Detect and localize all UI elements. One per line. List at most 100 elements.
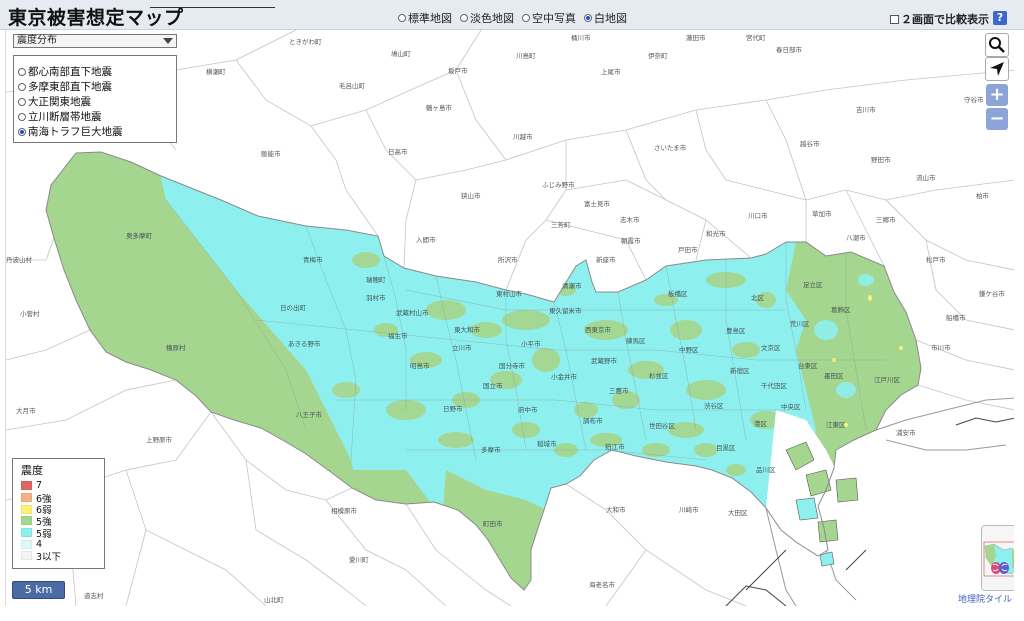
place-label: 越谷市 [800,139,820,148]
legend-swatch [21,539,32,549]
place-label: 稲城市 [537,439,557,448]
minimap[interactable] [981,525,1014,591]
place-label: 西東京市 [585,325,612,334]
search-button[interactable] [985,33,1009,57]
place-label: 横瀬町 [206,67,226,76]
place-label: 飯能市 [261,149,281,158]
place-label: 青梅市 [303,255,323,264]
place-label: 葛飾区 [831,305,851,314]
attribution-link[interactable]: 地理院タイル [958,592,1012,605]
locate-button[interactable] [985,57,1009,81]
place-label: 川口市 [748,211,768,220]
place-label: 足立区 [803,280,823,289]
legend-item: 5強 [21,515,96,528]
place-label: 毛呂山町 [339,81,366,90]
basemap-option-label: 標準地図 [408,12,452,25]
scenario-option-tachikawa-fault[interactable]: 立川断層帯地震 [18,109,172,124]
radio-icon [18,97,26,106]
place-label: 奥多摩町 [126,231,153,240]
place-label: 野田市 [871,155,891,164]
place-label: 丹波山村 [6,255,33,264]
legend-item: 5弱 [21,527,96,540]
minimap-svg [982,526,1014,590]
place-label: 三鷹市 [609,386,629,395]
scenario-option-tokyo-south[interactable]: 都心南部直下地震 [18,64,172,79]
place-label: 朝霞市 [621,236,641,245]
place-label: 小平市 [521,339,541,348]
compare-checkbox[interactable]: ２画面で比較表示 [890,11,989,27]
place-label: 三郷市 [876,215,896,224]
legend-swatch [21,528,32,538]
scenario-option-nankai-trough[interactable]: 南海トラフ巨大地震 [18,124,172,139]
place-label: 港区 [754,419,768,428]
place-label: 文京区 [761,343,781,352]
brain-icon[interactable] [990,560,1010,576]
place-label: 国分寺市 [499,361,526,370]
place-label: 羽村市 [366,293,386,302]
place-label: 市川市 [931,343,951,352]
place-label: 吉川市 [856,105,876,114]
legend-item: 7 [21,480,96,492]
basemap-option-label: 淡色地図 [470,12,514,25]
place-label: 檜原村 [166,343,186,352]
place-label: 日の出町 [280,303,307,312]
place-label: 道志村 [84,591,104,600]
basemap-option-blank[interactable]: 白地図 [584,10,627,26]
place-label: 福生市 [388,331,408,340]
place-label: 大田区 [728,508,748,517]
help-button[interactable]: ? [993,11,1007,25]
scenario-label: 多摩東部直下地震 [28,81,112,93]
place-label: 上尾市 [601,67,621,76]
place-label: 和光市 [706,229,726,238]
legend-swatch [21,481,32,491]
place-label: 荒川区 [790,319,810,328]
place-label: 富士見市 [584,199,611,208]
zoom-out-button[interactable]: − [986,108,1008,130]
radio-selected-icon [584,14,592,22]
place-label: 宮代町 [746,33,766,42]
basemap-option-aerial[interactable]: 空中写真 [522,10,576,26]
place-label: 調布市 [583,416,603,425]
scenario-option-taisho-kanto[interactable]: 大正関東地震 [18,94,172,109]
place-label: 相模原市 [331,506,358,515]
place-label: 中野区 [679,345,699,354]
place-label: 川崎市 [679,505,699,514]
place-label: 渋谷区 [704,401,724,410]
basemap-option-label: 空中写真 [532,12,576,25]
scenario-label: 大正関東地震 [28,96,91,108]
place-label: 柏市 [976,191,990,200]
place-label: 川島町 [516,51,536,60]
radio-icon [18,112,26,121]
legend-swatch [21,504,32,514]
place-label: 台東区 [798,361,818,370]
place-label: 戸田市 [678,245,698,254]
scenario-panel: 都心南部直下地震 多摩東部直下地震 大正関東地震 立川断層帯地震 南海トラフ巨大… [13,55,177,143]
layer-select[interactable]: 震度分布 [13,34,177,48]
chevron-down-icon [163,38,173,44]
place-label: 大和市 [606,505,626,514]
place-label: 杉並区 [649,371,669,380]
place-label: 鶴ヶ島市 [426,103,453,112]
legend-item: 6強 [21,492,96,505]
basemap-option-pale[interactable]: 淡色地図 [460,10,514,26]
place-label: 多摩市 [481,445,501,454]
place-label: 桶川市 [571,33,591,42]
place-label: 町田市 [483,519,503,528]
place-label: 蓮田市 [686,33,706,42]
location-arrow-icon [990,62,1004,76]
place-label: 新座市 [596,255,616,264]
legend-title: 震度 [21,464,43,477]
legend-swatch [21,551,32,561]
legend-swatch [21,516,32,526]
basemap-option-standard[interactable]: 標準地図 [398,10,452,26]
scenario-option-tama-east[interactable]: 多摩東部直下地震 [18,79,172,94]
place-label: 練馬区 [626,336,646,345]
place-label: 松戸市 [926,255,946,264]
place-label: 鳩山町 [391,49,411,58]
place-label: 中央区 [781,402,801,411]
legend-label: 3以下 [36,551,62,563]
place-label: あきる野市 [288,339,321,348]
zoom-in-button[interactable]: + [986,84,1008,106]
scenario-label: 都心南部直下地震 [28,66,112,78]
layer-select-value: 震度分布 [17,35,57,46]
